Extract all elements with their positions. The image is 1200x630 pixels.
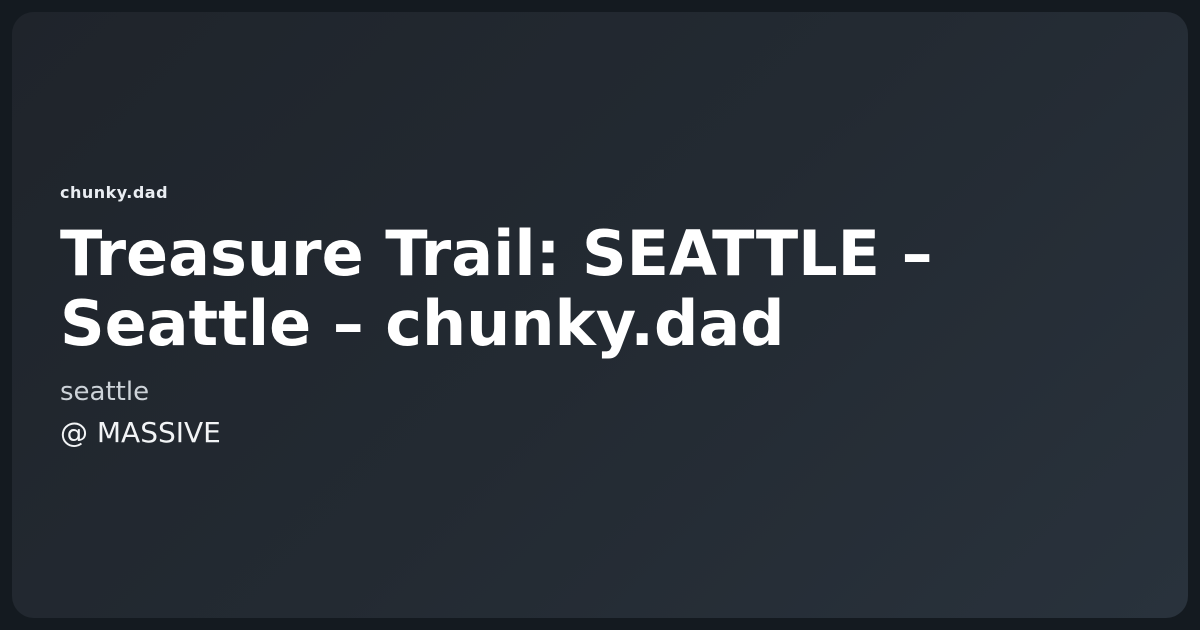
card-content: chunky.dad Treasure Trail: SEATTLE – Sea…	[60, 184, 1060, 454]
preview-card: chunky.dad Treasure Trail: SEATTLE – Sea…	[12, 12, 1188, 618]
site-name: chunky.dad	[60, 183, 169, 202]
venue-label: @ MASSIVE	[60, 416, 221, 449]
city-label: seattle	[60, 377, 150, 407]
page-title: Treasure Trail: SEATTLE – Seattle – chun…	[60, 217, 933, 360]
